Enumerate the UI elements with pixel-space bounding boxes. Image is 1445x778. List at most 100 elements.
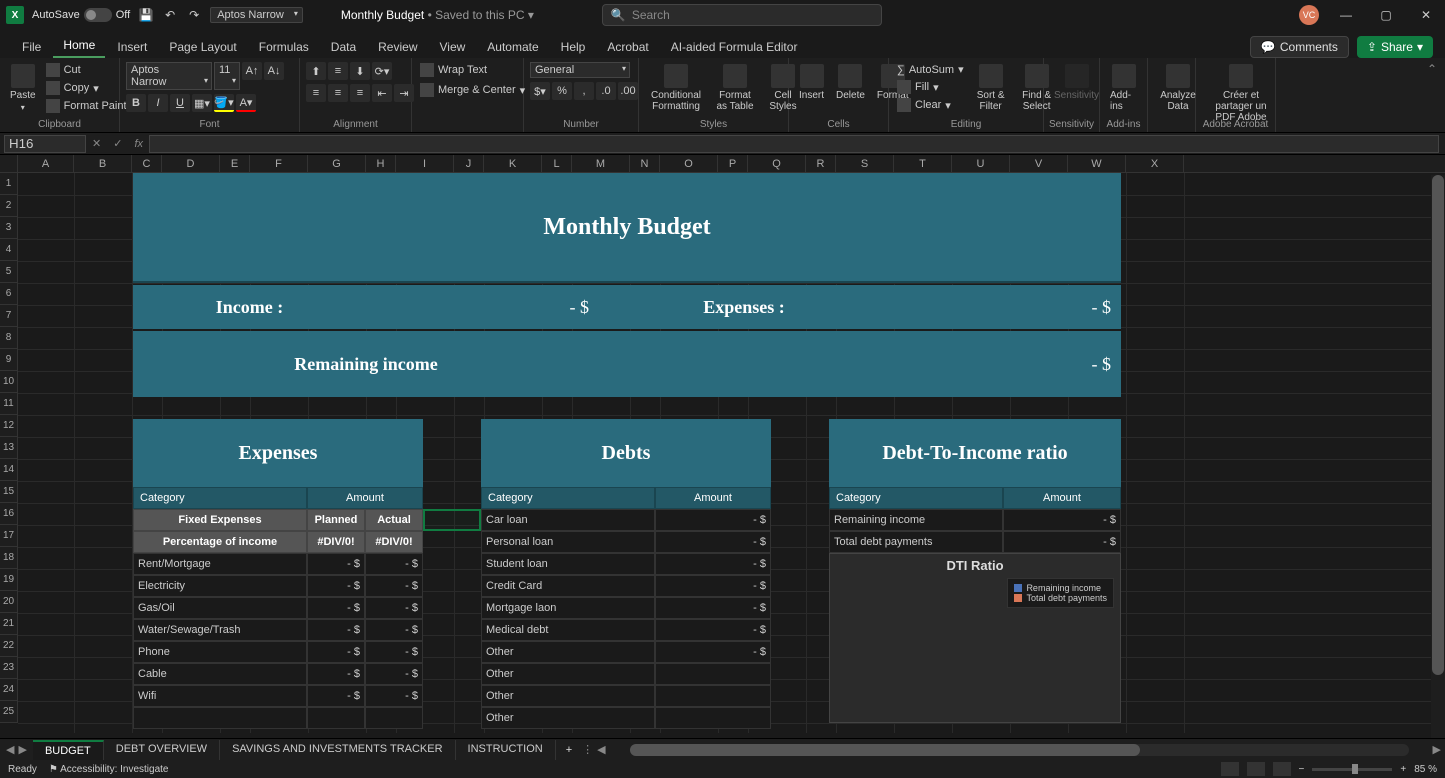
quick-font-select[interactable]: Aptos Narrow <box>210 7 303 23</box>
search-box[interactable]: 🔍 Search <box>602 4 882 26</box>
minimize-icon[interactable]: — <box>1333 2 1359 28</box>
align-bottom-icon[interactable]: ⬇ <box>350 62 370 80</box>
insert-cells-button[interactable]: Insert <box>795 62 828 103</box>
align-left-icon[interactable]: ≡ <box>306 84 326 102</box>
decrease-indent-icon[interactable]: ⇤ <box>372 84 392 102</box>
column-header[interactable]: W <box>1068 155 1126 172</box>
column-header[interactable]: A <box>18 155 74 172</box>
clear-button[interactable]: Clear ▾ <box>895 97 966 113</box>
autosum-button[interactable]: ∑ AutoSum ▾ <box>895 62 966 77</box>
sort-filter-button[interactable]: Sort & Filter <box>970 62 1012 114</box>
row-header[interactable]: 21 <box>0 613 18 635</box>
table-row[interactable]: Medical debt <box>481 619 655 641</box>
actual-cell[interactable]: - $ <box>365 641 423 663</box>
page-break-view-icon[interactable] <box>1273 762 1291 776</box>
column-header[interactable]: C <box>132 155 162 172</box>
planned-cell[interactable]: - $ <box>307 575 365 597</box>
column-header[interactable]: N <box>630 155 660 172</box>
menu-tab-help[interactable]: Help <box>551 36 596 58</box>
column-header[interactable]: V <box>1010 155 1068 172</box>
column-header[interactable]: B <box>74 155 132 172</box>
column-header[interactable]: T <box>894 155 952 172</box>
column-header[interactable]: H <box>366 155 396 172</box>
debt-amount-cell[interactable]: - $ <box>655 619 771 641</box>
zoom-in-icon[interactable]: + <box>1400 764 1406 775</box>
debt-amount-cell[interactable]: - $ <box>655 575 771 597</box>
actual-cell[interactable]: - $ <box>365 575 423 597</box>
planned-cell[interactable]: - $ <box>307 641 365 663</box>
row-header[interactable]: 24 <box>0 679 18 701</box>
undo-icon[interactable]: ↶ <box>162 7 178 23</box>
column-header[interactable]: R <box>806 155 836 172</box>
row-header[interactable]: 19 <box>0 569 18 591</box>
analyze-data-button[interactable]: Analyze Data <box>1154 62 1202 114</box>
scroll-left-icon[interactable]: ◀ <box>593 743 609 756</box>
menu-tab-file[interactable]: File <box>12 36 51 58</box>
sheet-tab-instruction[interactable]: INSTRUCTION <box>456 740 556 760</box>
debt-amount-cell[interactable]: - $ <box>655 553 771 575</box>
fill-button[interactable]: Fill ▾ <box>895 79 966 95</box>
dti-chart[interactable]: DTI Ratio Remaining income Total debt pa… <box>829 553 1121 723</box>
zoom-level[interactable]: 85 % <box>1414 764 1437 775</box>
increase-decimal-icon[interactable]: .00 <box>618 82 638 100</box>
bold-button[interactable]: B <box>126 94 146 112</box>
comma-icon[interactable]: , <box>574 82 594 100</box>
actual-cell[interactable]: - $ <box>365 597 423 619</box>
row-header[interactable]: 5 <box>0 261 18 283</box>
fx-icon[interactable]: fx <box>128 138 149 150</box>
actual-cell[interactable] <box>365 707 423 729</box>
menu-tab-ai-aided-formula-editor[interactable]: AI-aided Formula Editor <box>661 36 808 58</box>
menu-tab-acrobat[interactable]: Acrobat <box>597 36 658 58</box>
planned-cell[interactable] <box>307 707 365 729</box>
share-button[interactable]: ⇪ Share ▾ <box>1357 36 1433 58</box>
zoom-slider[interactable] <box>1312 768 1392 771</box>
row-header[interactable]: 6 <box>0 283 18 305</box>
row-header[interactable]: 25 <box>0 701 18 723</box>
sheet-tab-savings-and-investments-tracker[interactable]: SAVINGS AND INVESTMENTS TRACKER <box>220 740 455 760</box>
font-size-select[interactable]: 11 <box>214 62 240 90</box>
font-color-button[interactable]: A▾ <box>236 94 256 112</box>
normal-view-icon[interactable] <box>1221 762 1239 776</box>
planned-cell[interactable]: - $ <box>307 553 365 575</box>
column-header[interactable]: J <box>454 155 484 172</box>
row-header[interactable]: 13 <box>0 437 18 459</box>
row-header[interactable]: 11 <box>0 393 18 415</box>
horizontal-scrollbar[interactable] <box>630 744 1409 756</box>
sheet-tab-budget[interactable]: BUDGET <box>33 740 104 760</box>
table-row[interactable]: Total debt payments <box>829 531 1003 553</box>
conditional-formatting-button[interactable]: Conditional Formatting <box>645 62 707 114</box>
fill-color-button[interactable]: 🪣▾ <box>214 94 234 112</box>
align-center-icon[interactable]: ≡ <box>328 84 348 102</box>
row-header[interactable]: 2 <box>0 195 18 217</box>
row-header[interactable]: 1 <box>0 173 18 195</box>
column-header[interactable]: U <box>952 155 1010 172</box>
table-row[interactable]: Car loan <box>481 509 655 531</box>
autosave-toggle[interactable] <box>84 8 112 22</box>
select-all-corner[interactable] <box>0 155 18 172</box>
row-header[interactable]: 9 <box>0 349 18 371</box>
align-top-icon[interactable]: ⬆ <box>306 62 326 80</box>
accessibility-status[interactable]: ⚑ Accessibility: Investigate <box>49 764 169 775</box>
table-row[interactable]: Water/Sewage/Trash <box>133 619 307 641</box>
sensitivity-button[interactable]: Sensitivity <box>1050 62 1103 103</box>
table-row[interactable]: Mortgage laon <box>481 597 655 619</box>
merge-center-button[interactable]: Merge & Center ▾ <box>418 82 527 98</box>
row-header[interactable]: 4 <box>0 239 18 261</box>
debt-amount-cell[interactable] <box>655 663 771 685</box>
italic-button[interactable]: I <box>148 94 168 112</box>
percent-icon[interactable]: % <box>552 82 572 100</box>
menu-tab-insert[interactable]: Insert <box>107 36 157 58</box>
page-layout-view-icon[interactable] <box>1247 762 1265 776</box>
increase-font-icon[interactable]: A↑ <box>242 62 262 80</box>
number-format-select[interactable]: General <box>530 62 630 78</box>
table-row[interactable]: Other <box>481 641 655 663</box>
row-header[interactable]: 22 <box>0 635 18 657</box>
align-middle-icon[interactable]: ≡ <box>328 62 348 80</box>
close-icon[interactable]: ✕ <box>1413 2 1439 28</box>
menu-tab-data[interactable]: Data <box>321 36 366 58</box>
column-header[interactable]: K <box>484 155 542 172</box>
menu-tab-review[interactable]: Review <box>368 36 427 58</box>
redo-icon[interactable]: ↷ <box>186 7 202 23</box>
maximize-icon[interactable]: ▢ <box>1373 2 1399 28</box>
align-right-icon[interactable]: ≡ <box>350 84 370 102</box>
